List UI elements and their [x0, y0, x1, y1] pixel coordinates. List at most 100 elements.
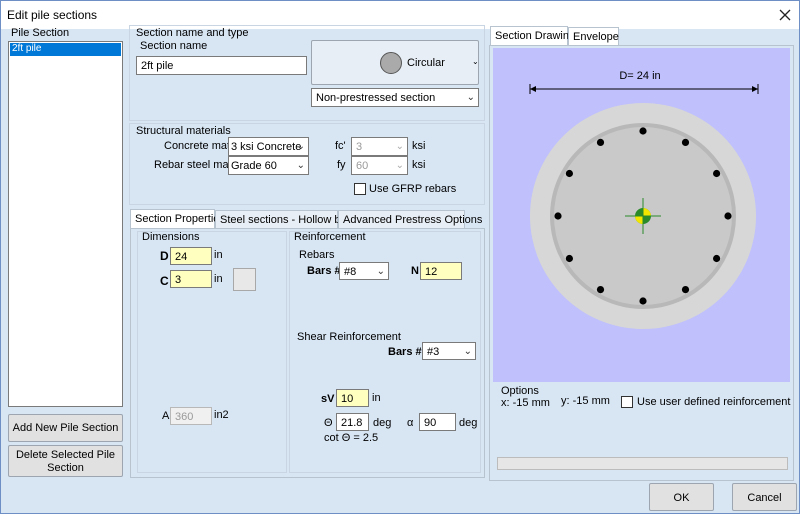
dimension-label: D= 24 in	[619, 70, 660, 82]
alpha-label: α	[407, 417, 414, 429]
alpha-input[interactable]: 90	[419, 413, 456, 431]
tab-envelope-label: Envelope	[573, 31, 619, 43]
fc-unit: ksi	[412, 140, 426, 152]
tab-section-properties-label: Section Properties	[135, 213, 225, 225]
user-reinforcement-label: Use user defined reinforcement	[637, 396, 791, 408]
tab-section-drawing-label: Section Drawing	[495, 30, 576, 42]
ok-button-label: OK	[673, 492, 690, 504]
cot-theta-label: cot Θ = 2.5	[324, 432, 379, 444]
tab-section-drawing[interactable]: Section Drawing	[490, 26, 575, 46]
alpha-unit: deg	[459, 417, 478, 429]
theta-input[interactable]: 21.8	[336, 413, 369, 431]
section-name-label: Section name	[140, 40, 208, 52]
shear-bars-value: #3	[427, 346, 440, 358]
section-drawing-canvas[interactable]: D= 24 in	[493, 48, 790, 382]
fy-select[interactable]: 60 ⌄	[351, 156, 408, 175]
fy-unit: ksi	[412, 159, 426, 171]
a-input[interactable]: 360	[170, 407, 212, 425]
chevron-down-icon: ⌄	[296, 160, 305, 171]
color-swatch-button[interactable]	[233, 268, 256, 291]
circle-shape-icon	[380, 52, 402, 74]
c-input[interactable]: 3	[170, 270, 212, 288]
close-icon[interactable]	[775, 5, 795, 25]
reinforcement-label: Reinforcement	[294, 231, 366, 243]
rebar-dot	[639, 127, 647, 135]
concrete-mat-select[interactable]: 3 ksi Concrete ⌄	[228, 137, 309, 156]
chevron-down-icon: ⌄	[376, 266, 385, 277]
gfrp-checkbox[interactable]	[354, 183, 366, 195]
fc-select[interactable]: 3 ⌄	[351, 137, 408, 156]
shear-reinforcement-label: Shear Reinforcement	[297, 331, 401, 343]
add-pile-section-label: Add New Pile Section	[12, 422, 119, 434]
d-label: D	[160, 249, 169, 263]
ok-button[interactable]: OK	[649, 483, 714, 511]
rebars-label: Rebars	[299, 249, 335, 261]
window-title: Edit pile sections	[7, 8, 98, 22]
bars-select[interactable]: #8 ⌄	[339, 262, 389, 280]
prestress-select-value: Non-prestressed section	[316, 92, 436, 104]
y-coordinate: y: -15 mm	[561, 395, 610, 407]
pile-section-header: Pile Section	[11, 27, 70, 39]
rebar-steel-mat-value: Grade 60	[231, 160, 277, 172]
section-name-input[interactable]: 2ft pile	[136, 56, 307, 75]
cancel-button-label: Cancel	[747, 492, 782, 504]
n-input[interactable]: 12	[420, 262, 462, 280]
dimensions-group	[137, 231, 287, 473]
dimensions-label: Dimensions	[142, 231, 200, 243]
rebar-dot	[724, 212, 732, 220]
rebar-steel-mat-label: Rebar steel mat.	[154, 159, 235, 171]
options-label: Options	[501, 385, 539, 397]
tab-advanced-prestress[interactable]: Advanced Prestress Options	[338, 210, 482, 229]
pile-section-listbox[interactable]: 2ft pile	[8, 41, 123, 407]
a-label: A	[162, 410, 170, 422]
delete-pile-section-button[interactable]: Delete Selected Pile Section	[8, 445, 123, 477]
chevron-down-icon: ⌄	[466, 92, 475, 103]
rebar-dot	[596, 138, 605, 146]
tab-section-properties[interactable]: Section Properties	[130, 209, 225, 229]
theta-label: Θ	[324, 417, 333, 429]
rebar-dot	[554, 212, 562, 220]
concrete-mat-value: 3 ksi Concrete	[231, 141, 302, 153]
fc-value: 3	[356, 141, 363, 153]
concrete-mat-label: Concrete mat.	[164, 140, 234, 152]
fy-value: 60	[356, 160, 369, 172]
tab-steel-sections-label: Steel sections - Hollow bars	[220, 214, 356, 226]
rebar-dot	[713, 169, 721, 178]
chevron-down-icon: ⌄	[395, 160, 404, 171]
cancel-button[interactable]: Cancel	[732, 483, 797, 511]
tab-advanced-prestress-label: Advanced Prestress Options	[343, 214, 483, 226]
structural-materials-label: Structural materials	[136, 125, 231, 137]
shear-bars-label: Bars #	[388, 346, 422, 358]
gfrp-label: Use GFRP rebars	[369, 183, 457, 195]
rebar-dot	[596, 286, 605, 294]
delete-pile-section-label: Delete Selected Pile Section	[15, 449, 116, 474]
chevron-down-icon: ⌄	[296, 141, 305, 152]
tab-envelope[interactable]: Envelope	[568, 27, 619, 46]
bars-label: Bars #	[307, 265, 341, 277]
shape-type-button[interactable]: Circular ⌄	[311, 40, 479, 85]
tab-steel-sections[interactable]: Steel sections - Hollow bars	[215, 210, 356, 229]
section-name-type-label: Section name and type	[136, 27, 249, 39]
fy-label: fy	[337, 159, 346, 171]
shear-bars-select[interactable]: #3 ⌄	[422, 342, 476, 360]
chevron-down-icon: ⌄	[395, 141, 404, 152]
user-reinforcement-checkbox[interactable]	[621, 396, 633, 408]
theta-unit: deg	[373, 417, 392, 429]
rebar-dot	[565, 169, 573, 178]
rebar-dot	[565, 254, 573, 263]
sv-label: sV	[321, 393, 335, 405]
shape-type-label: Circular	[407, 57, 445, 69]
sv-input[interactable]: 10	[336, 389, 369, 407]
progress-bar	[497, 457, 788, 470]
add-pile-section-button[interactable]: Add New Pile Section	[8, 414, 123, 442]
sv-unit: in	[372, 392, 381, 404]
pile-section-item-selected[interactable]: 2ft pile	[10, 43, 121, 56]
rebar-steel-mat-select[interactable]: Grade 60 ⌄	[228, 156, 309, 175]
x-coordinate: x: -15 mm	[501, 397, 550, 409]
prestress-select[interactable]: Non-prestressed section ⌄	[311, 88, 479, 107]
edit-pile-sections-dialog: Edit pile sections Pile Section 2ft pile…	[0, 0, 800, 514]
rebar-dot	[681, 286, 690, 294]
d-input[interactable]: 24	[170, 247, 212, 265]
shape-dropdown-icon: ⌄	[472, 57, 479, 66]
chevron-down-icon: ⌄	[463, 346, 472, 357]
